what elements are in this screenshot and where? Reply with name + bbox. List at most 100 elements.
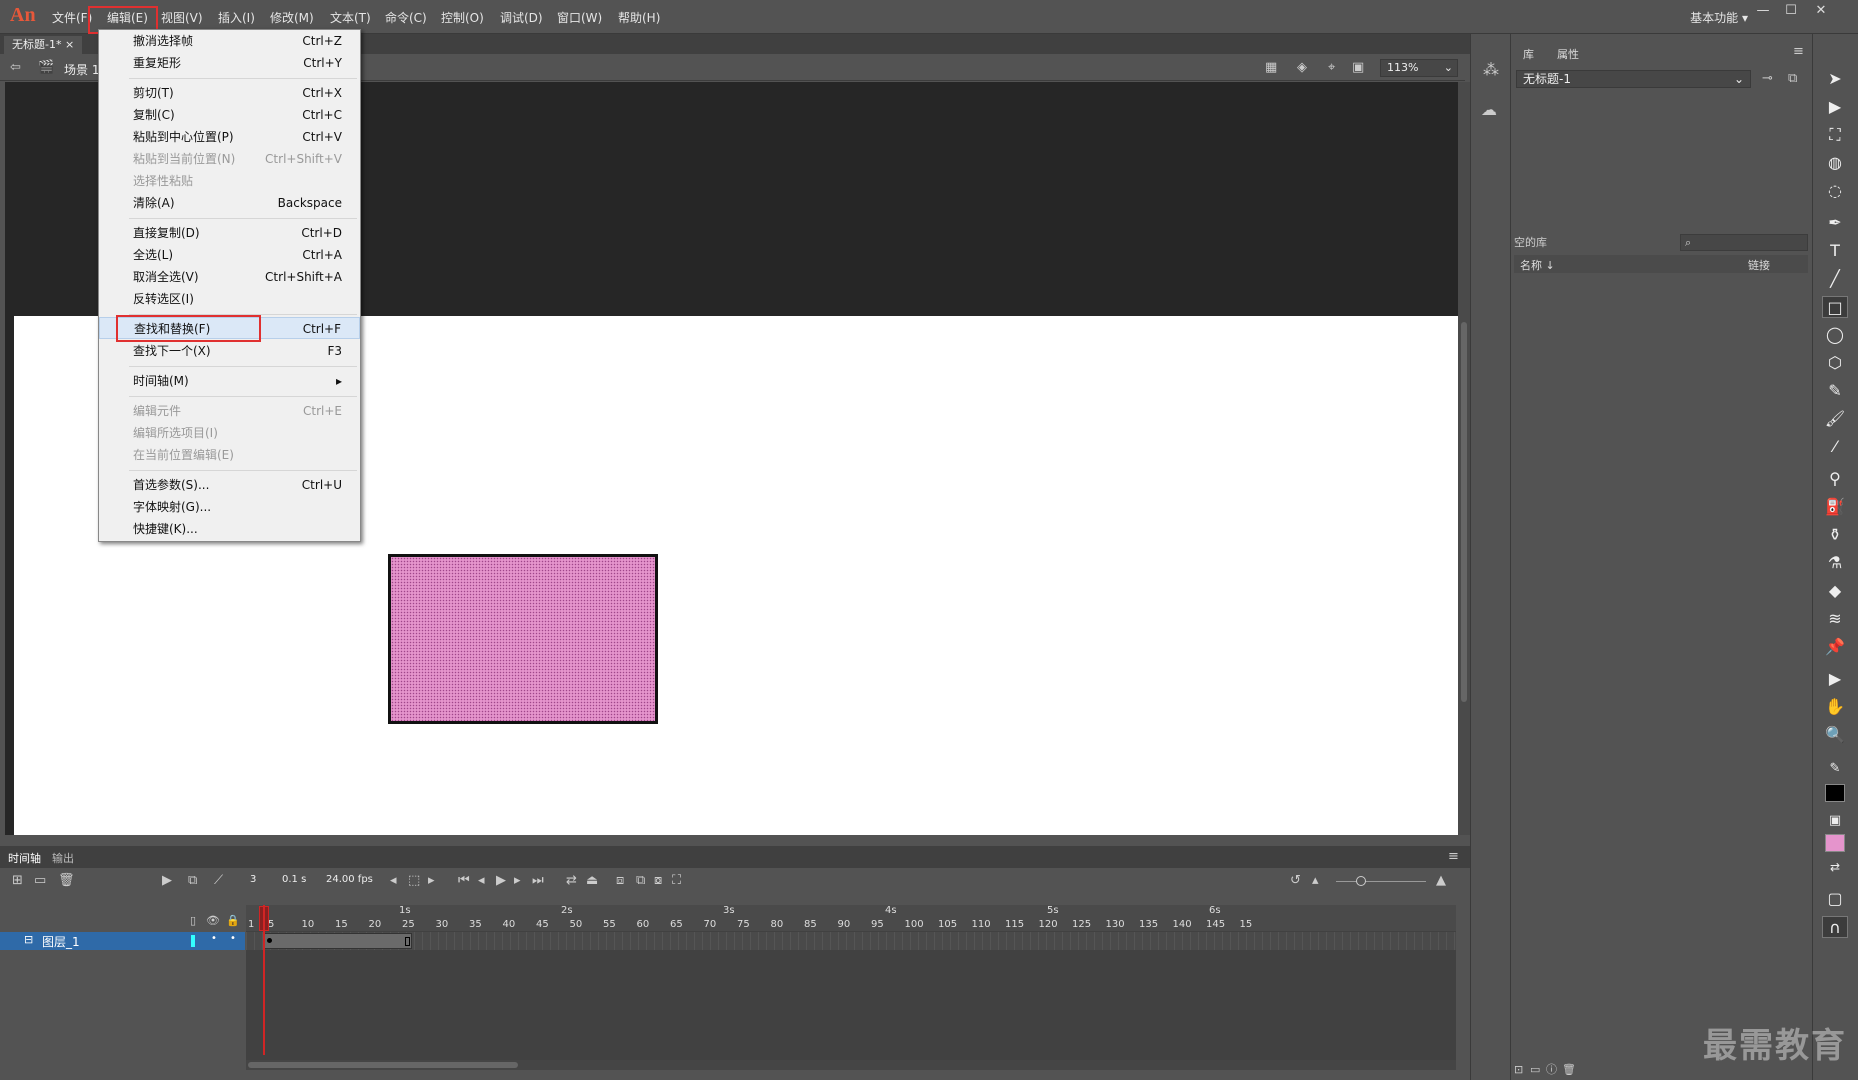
tab-timeline[interactable]: 时间轴 xyxy=(8,850,41,866)
canvas-vertical-scrollbar[interactable] xyxy=(1458,82,1470,835)
object-drawing-icon[interactable]: ▢ xyxy=(1822,888,1848,910)
menu-window[interactable]: 窗口(W) xyxy=(557,9,602,26)
panel-menu-icon[interactable]: ≡ xyxy=(1793,44,1804,60)
oval-tool-icon[interactable]: ◯ xyxy=(1822,324,1848,346)
graph-icon[interactable]: ⟋ xyxy=(214,873,223,889)
camera-tool-icon[interactable]: ▶ xyxy=(1822,668,1848,690)
layer-row[interactable]: ⊟ 图层_1 • • xyxy=(0,932,245,950)
last-frame-icon[interactable]: ⏭ xyxy=(532,873,544,889)
fill-color-swatch[interactable] xyxy=(1825,834,1845,852)
pin-library-icon[interactable]: ⊸ xyxy=(1762,71,1773,87)
menu-item-find-next[interactable]: 查找下一个(X) F3 xyxy=(99,340,360,362)
maximize-icon[interactable]: ☐ xyxy=(1778,2,1804,20)
step-forward-icon[interactable]: ▸ xyxy=(514,873,521,889)
menu-view[interactable]: 视图(V) xyxy=(161,9,203,26)
slider-knob[interactable] xyxy=(1356,876,1366,886)
new-layer-icon[interactable]: ⊞ xyxy=(12,873,23,889)
assets-icon[interactable]: ⁂ xyxy=(1483,62,1499,78)
menu-item-preferences[interactable]: 首选参数(S)... Ctrl+U xyxy=(99,474,360,496)
free-transform-tool-icon[interactable]: ⛶ xyxy=(1822,124,1848,146)
panel-menu-icon[interactable]: ≡ xyxy=(1448,849,1459,865)
paint-bucket-tool-icon[interactable]: ⛽ xyxy=(1822,496,1848,518)
cc-libraries-icon[interactable]: ☁ xyxy=(1481,102,1497,118)
lasso-tool-icon[interactable]: ◌ xyxy=(1822,180,1848,202)
pencil-tool-icon[interactable]: ✎ xyxy=(1822,380,1848,402)
menu-item-invert-selection[interactable]: 反转选区(I) xyxy=(99,288,360,310)
subselection-tool-icon[interactable]: ▶ xyxy=(1822,96,1848,118)
menu-item-select-all[interactable]: 全选(L) Ctrl+A xyxy=(99,244,360,266)
edit-multiple-frames-icon[interactable]: ⧇ xyxy=(654,873,662,889)
zoom-in-frames-icon[interactable]: ▲ xyxy=(1436,873,1446,889)
modify-markers-icon[interactable]: ⛶ xyxy=(672,873,681,889)
prev-keyframe-icon[interactable]: ◂ xyxy=(390,873,397,889)
current-frame[interactable]: 3 xyxy=(250,874,256,885)
layer-name[interactable]: 图层_1 xyxy=(42,933,80,950)
menu-item-deselect-all[interactable]: 取消全选(V) Ctrl+Shift+A xyxy=(99,266,360,288)
visibility-eye-icon[interactable]: 👁 xyxy=(206,913,220,929)
delete-layer-icon[interactable]: 🗑 xyxy=(58,873,75,889)
selection-tool-icon[interactable]: ➤ xyxy=(1822,68,1848,90)
menu-item-duplicate[interactable]: 直接复制(D) Ctrl+D xyxy=(99,222,360,244)
visibility-dot-icon[interactable]: • xyxy=(211,933,217,944)
scroll-thumb[interactable] xyxy=(248,1062,518,1068)
menu-file[interactable]: 文件(F) xyxy=(52,9,92,26)
center-frame-icon[interactable]: ⏏ xyxy=(586,873,598,889)
layer-frames-row[interactable] xyxy=(246,932,1456,950)
layer-parenting-icon[interactable]: ⧉ xyxy=(188,873,197,889)
menu-insert[interactable]: 插入(I) xyxy=(218,9,255,26)
close-tab-icon[interactable]: × xyxy=(65,38,74,51)
outline-toggle-icon[interactable]: ▯ xyxy=(190,913,196,929)
menu-modify[interactable]: 修改(M) xyxy=(270,9,314,26)
layer-color-swatch[interactable] xyxy=(191,935,195,947)
tab-output[interactable]: 输出 xyxy=(52,850,74,866)
properties-icon[interactable]: ⓘ xyxy=(1546,1062,1557,1078)
elapsed-time[interactable]: 0.1 s xyxy=(282,874,306,885)
document-tab[interactable]: 无标题-1* × xyxy=(4,36,83,54)
menu-item-undo[interactable]: 撤消选择帧 Ctrl+Z xyxy=(99,30,360,52)
scene-label[interactable]: 场景 1 xyxy=(64,61,99,78)
menu-item-keyboard-shortcuts[interactable]: 快捷键(K)... xyxy=(99,518,360,540)
zoom-out-frames-icon[interactable]: ▴ xyxy=(1312,873,1319,889)
brush-tool-icon[interactable]: ⁄ xyxy=(1822,436,1848,458)
frame-rate[interactable]: 24.00 fps xyxy=(326,874,373,885)
tab-library[interactable]: 库 xyxy=(1523,46,1534,62)
pink-rectangle-shape[interactable] xyxy=(388,554,658,724)
scroll-thumb[interactable] xyxy=(1461,322,1467,702)
menu-commands[interactable]: 命令(C) xyxy=(385,9,427,26)
end-frame-marker[interactable] xyxy=(405,937,410,946)
polystar-tool-icon[interactable]: ⬡ xyxy=(1822,352,1848,374)
lock-dot-icon[interactable]: • xyxy=(230,933,236,944)
tab-properties[interactable]: 属性 xyxy=(1557,46,1579,62)
eraser-tool-icon[interactable]: ◆ xyxy=(1822,580,1848,602)
edit-scene-icon[interactable]: ▦ xyxy=(1265,60,1277,76)
keyframe-span[interactable] xyxy=(264,933,412,949)
menu-help[interactable]: 帮助(H) xyxy=(618,9,660,26)
width-tool-icon[interactable]: ≋ xyxy=(1822,608,1848,630)
new-folder-icon[interactable]: ▭ xyxy=(34,873,46,889)
center-stage-icon[interactable]: ⌖ xyxy=(1328,60,1335,76)
menu-control[interactable]: 控制(O) xyxy=(441,9,484,26)
snap-magnet-icon[interactable]: ∩ xyxy=(1822,916,1848,938)
camera-icon[interactable]: ▶ xyxy=(162,873,172,889)
text-tool-icon[interactable]: T xyxy=(1822,240,1848,262)
menu-item-copy[interactable]: 复制(C) Ctrl+C xyxy=(99,104,360,126)
menu-item-cut[interactable]: 剪切(T) Ctrl+X xyxy=(99,82,360,104)
frame-zoom-slider[interactable] xyxy=(1336,881,1426,882)
clip-stage-icon[interactable]: ▣ xyxy=(1352,60,1364,76)
pen-tool-icon[interactable]: ✒ xyxy=(1822,212,1848,234)
swap-colors-icon[interactable]: ⇄ xyxy=(1822,856,1848,878)
playhead[interactable] xyxy=(263,905,265,1055)
new-library-panel-icon[interactable]: ⧉ xyxy=(1788,71,1797,87)
library-search-input[interactable]: ⌕ xyxy=(1680,234,1808,251)
paint-brush-tool-icon[interactable]: 🖌 xyxy=(1822,408,1848,430)
keyframe-dot[interactable] xyxy=(267,938,272,943)
bone-tool-icon[interactable]: ⚲ xyxy=(1822,468,1848,490)
new-symbol-icon[interactable]: ⊡ xyxy=(1514,1062,1523,1078)
menu-item-redo[interactable]: 重复矩形 Ctrl+Y xyxy=(99,52,360,74)
loop-icon[interactable]: ⇄ xyxy=(566,873,577,889)
rectangle-tool-icon[interactable]: □ xyxy=(1822,296,1848,318)
add-keyframe-icon[interactable]: ⬚ xyxy=(408,873,420,889)
column-linkage[interactable]: 链接 xyxy=(1748,257,1770,273)
library-document-select[interactable]: 无标题-1 ⌄ xyxy=(1516,70,1751,88)
zoom-select[interactable]: 113% ⌄ xyxy=(1380,59,1458,77)
